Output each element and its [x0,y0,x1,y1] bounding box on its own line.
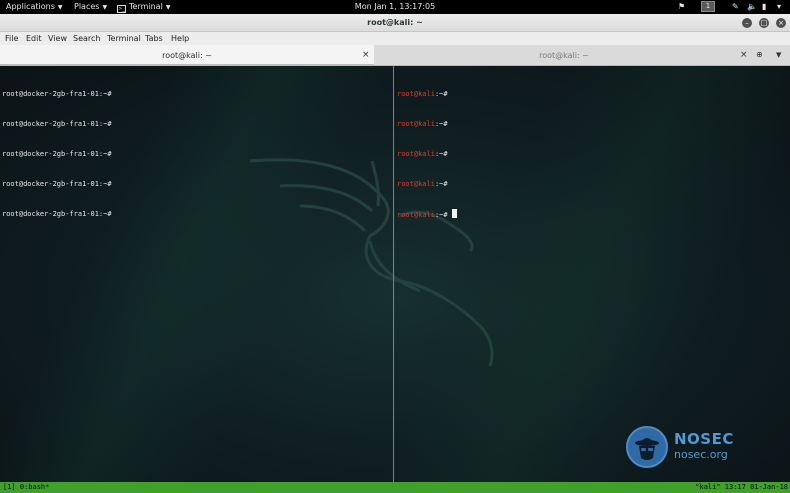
prompt-user: root@kali [397,90,435,98]
prompt-user: root@kali [397,211,435,219]
new-tab-icon[interactable]: ⊕ [756,50,766,60]
menu-terminal[interactable]: Terminal [107,34,141,44]
left-pane-line: root@docker-2gb-fra1-01:~# [2,210,112,218]
close-window-button[interactable]: × [776,18,786,28]
right-pane-line: root@kali:~# [397,149,457,159]
watermark-title: NOSEC [674,430,734,448]
left-pane-line: root@docker-2gb-fra1-01:~# [2,150,112,158]
menu-view[interactable]: View [48,34,67,44]
terminal-cursor [451,209,457,218]
prompt-user: root@kali [397,180,435,188]
menu-help[interactable]: Help [171,34,189,44]
prompt-path: :~# [434,150,448,158]
left-pane-line: root@docker-2gb-fra1-01:~# [2,90,112,98]
prompt-path: :~# [434,120,448,128]
menu-tabs[interactable]: Tabs [145,34,163,44]
menu-search[interactable]: Search [73,34,100,44]
tmux-window-list: [1] 0:bash* [3,483,50,491]
left-pane-line: root@docker-2gb-fra1-01:~# [2,180,112,188]
tab-2-label: root@kali: ~ [539,51,589,60]
tab-menu-chevron-down-icon[interactable]: ▼ [776,50,781,60]
power-menu-icon[interactable]: ▾ [777,2,781,12]
prompt-user: root@kali [397,120,435,128]
menu-edit[interactable]: Edit [26,34,42,44]
window-titlebar: root@kali: ~ – □ × [0,14,790,32]
nosec-logo: NOSEC nosec.org [626,426,786,472]
volume-icon[interactable]: 🔈 [747,2,757,12]
close-tab-1-icon[interactable]: × [362,45,370,66]
kali-dragon-watermark [249,158,494,367]
maximize-button[interactable]: □ [759,18,769,28]
close-tab-2-icon[interactable]: × [740,45,748,66]
pane-divider[interactable] [393,66,394,482]
right-pane-line: root@kali:~# [397,179,457,189]
spy-hat-icon [626,426,668,468]
prompt-user: root@kali [397,150,435,158]
watermark-subtitle: nosec.org [674,448,728,461]
clock[interactable]: Mon Jan 1, 13:17:05 [0,2,790,12]
terminal-area[interactable]: root@docker-2gb-fra1-01:~# root@docker-2… [0,66,790,482]
tab-1[interactable]: root@kali: ~ × [0,45,374,66]
tray-app-icon[interactable]: ⚑ [678,2,685,12]
menu-bar: File Edit View Search Terminal Tabs Help [0,32,790,45]
tab-2[interactable]: root@kali: ~ × [374,45,754,66]
right-pane-line: root@kali:~# [397,119,457,129]
battery-icon[interactable]: ▮ [762,2,766,12]
tab-bar: root@kali: ~ × root@kali: ~ × ⊕ ▼ [0,45,790,66]
prompt-path: :~# [434,90,448,98]
prompt-path: :~# [434,180,448,188]
right-pane[interactable]: root@kali:~# root@kali:~# root@kali:~# r… [397,69,457,240]
tab-1-label: root@kali: ~ [162,51,212,60]
menu-file[interactable]: File [5,34,18,44]
right-pane-line: root@kali:~# [397,89,457,99]
window-title: root@kali: ~ [367,18,423,27]
prompt-path: :~# [434,211,448,219]
left-pane[interactable]: root@docker-2gb-fra1-01:~# root@docker-2… [2,69,112,239]
left-pane-line: root@docker-2gb-fra1-01:~# [2,120,112,128]
pen-icon[interactable]: ✎ [732,2,739,12]
tmux-status-bar: [1] 0:bash* "kali" 13:17 01-Jan-18 [0,482,790,493]
top-panel: Applications ▼ Places ▼ >_ Terminal ▼ Mon Ja… [0,0,790,14]
tmux-status-right: "kali" 13:17 01-Jan-18 [695,483,788,491]
minimize-button[interactable]: – [742,18,752,28]
right-pane-line: root@kali:~# [397,209,457,220]
workspace-indicator[interactable]: 1 [701,1,715,12]
